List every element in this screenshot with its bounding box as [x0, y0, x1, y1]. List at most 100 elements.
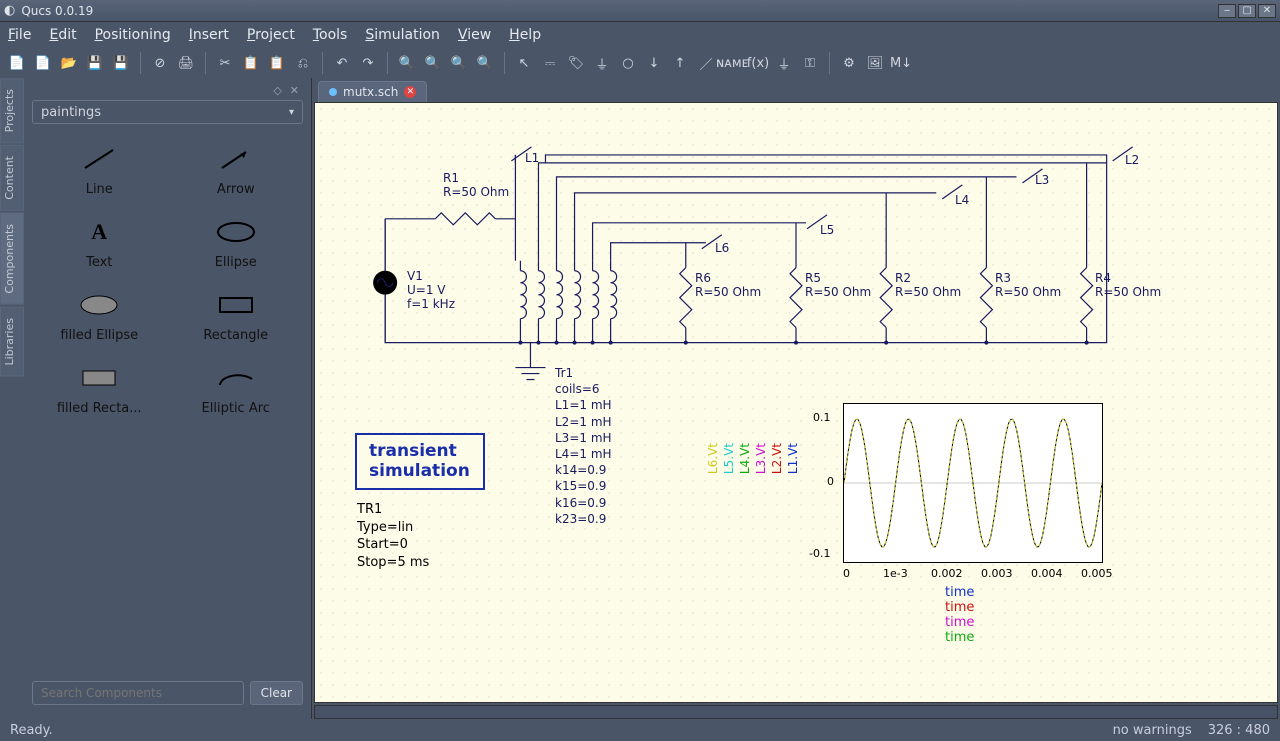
arrowdn-button[interactable]: ↓: [643, 52, 665, 74]
clear-button[interactable]: Clear: [250, 681, 303, 705]
open-button[interactable]: 📂: [58, 52, 80, 74]
transient-sim-box[interactable]: transientsimulation: [355, 433, 485, 490]
load-r2: R2 R=50 Ohm: [895, 271, 961, 299]
menu-edit[interactable]: Edit: [49, 27, 76, 43]
dock-tab-components[interactable]: Components: [0, 213, 24, 305]
horizontal-scrollbar[interactable]: [314, 705, 1278, 719]
undo-button[interactable]: ⎌: [292, 52, 314, 74]
menu-view[interactable]: View: [458, 27, 491, 43]
cut-button[interactable]: ✂: [214, 52, 236, 74]
plot-area[interactable]: [843, 403, 1103, 563]
m1-button[interactable]: M↓: [890, 52, 912, 74]
gear-button[interactable]: ⚙: [838, 52, 860, 74]
rect-icon: [211, 288, 261, 322]
back-button[interactable]: ↶: [331, 52, 353, 74]
transient-params: TR1 Type=lin Start=0 Stop=5 ms: [357, 501, 429, 571]
dock-tab-projects[interactable]: Projects: [0, 78, 24, 143]
minimize-button[interactable]: ‒: [1218, 4, 1236, 18]
legend-L1.Vt: L1.Vt: [786, 443, 800, 474]
paste-button[interactable]: 📋: [266, 52, 288, 74]
palette-fellipse[interactable]: filled Ellipse: [36, 288, 163, 343]
save-button[interactable]: 💾: [84, 52, 106, 74]
legend-L3.Vt: L3.Vt: [754, 443, 768, 474]
category-combo-label: paintings: [41, 105, 101, 120]
palette-line[interactable]: Line: [36, 142, 163, 197]
menu-file[interactable]: File: [8, 27, 31, 43]
probe-l2: L2: [1125, 153, 1139, 167]
plot-xlabel: time: [945, 615, 974, 630]
status-text: Ready.: [10, 723, 53, 738]
palette-earc[interactable]: Elliptic Arc: [173, 361, 300, 416]
delete-button[interactable]: ⊘: [149, 52, 171, 74]
dock-tab-libraries[interactable]: Libraries: [0, 307, 24, 377]
key-button[interactable]: ⚿: [799, 52, 821, 74]
zoomfit-button[interactable]: 🔍: [448, 52, 470, 74]
name-button[interactable]: ɴᴀᴍᴇ: [721, 52, 743, 74]
gnd2-button[interactable]: ⏚: [773, 52, 795, 74]
dock-detach-icon[interactable]: ◇: [273, 84, 281, 100]
print-button[interactable]: 🖨: [175, 52, 197, 74]
probe-l5: L5: [820, 223, 834, 237]
doc-close-icon[interactable]: ✕: [404, 86, 416, 98]
xtick: 0.002: [931, 567, 963, 580]
ytick: -0.1: [809, 547, 830, 560]
zoomsel-button[interactable]: 🔍: [474, 52, 496, 74]
load-r6: R6 R=50 Ohm: [695, 271, 761, 299]
xtick: 1e-3: [883, 567, 908, 580]
status-coords: 326 : 480: [1208, 723, 1270, 738]
pointer-button[interactable]: ↖: [513, 52, 535, 74]
arrow-icon: [211, 142, 261, 176]
toolbar: 📄📄📂💾💾⊘🖨✂📋📋⎌↶↷🔍🔍🔍🔍↖⎓🏷⏚○↓↑／ɴᴀᴍᴇf(x)⏚⚿⚙🖼M↓: [0, 48, 1280, 78]
xtick: 0.003: [981, 567, 1013, 580]
probe-l4: L4: [955, 193, 969, 207]
palette-ellipse[interactable]: Ellipse: [173, 215, 300, 270]
doc-status-icon: [329, 88, 337, 96]
palette-arrow[interactable]: Arrow: [173, 142, 300, 197]
forward-button[interactable]: ↷: [357, 52, 379, 74]
palette-text[interactable]: AText: [36, 215, 163, 270]
doc-tab-label: mutx.sch: [343, 85, 398, 99]
chevron-down-icon: ▾: [289, 107, 294, 118]
menu-simulation[interactable]: Simulation: [365, 27, 440, 43]
canvas[interactable]: R1 R=50 Ohm V1 U=1 V f=1 kHz L1 L2 L3 L4…: [314, 102, 1278, 703]
xtick: 0: [843, 567, 850, 580]
port-button[interactable]: ○: [617, 52, 639, 74]
statusbar: Ready. no warnings 326 : 480: [0, 719, 1280, 741]
close-button[interactable]: ✕: [1258, 4, 1276, 18]
label-button[interactable]: 🏷: [565, 52, 587, 74]
wire-button[interactable]: ⎓: [539, 52, 561, 74]
plot-xlabel: time: [945, 630, 974, 645]
palette-frect[interactable]: filled Recta...: [36, 361, 163, 416]
dock-tab-content[interactable]: Content: [0, 145, 24, 211]
load-r5: R5 R=50 Ohm: [805, 271, 871, 299]
plot-legend: L6.VtL5.VtL4.VtL3.VtL2.VtL1.Vt: [705, 443, 801, 477]
category-combo[interactable]: paintings ▾: [32, 100, 303, 124]
menu-insert[interactable]: Insert: [189, 27, 229, 43]
maximize-button[interactable]: ▢: [1238, 4, 1256, 18]
new-button[interactable]: 📄: [6, 52, 28, 74]
menu-project[interactable]: Project: [247, 27, 295, 43]
document-tab[interactable]: mutx.sch ✕: [318, 81, 427, 102]
menubar: File Edit Positioning Insert Project Tools Sim…: [0, 22, 1280, 48]
zoomout-button[interactable]: 🔍: [396, 52, 418, 74]
new2-button[interactable]: 📄: [32, 52, 54, 74]
copy-button[interactable]: 📋: [240, 52, 262, 74]
menu-tools[interactable]: Tools: [313, 27, 348, 43]
search-input[interactable]: [32, 681, 244, 705]
legend-L2.Vt: L2.Vt: [770, 443, 784, 474]
dock-close-icon[interactable]: ✕: [290, 84, 299, 100]
eqn-button[interactable]: f(x): [747, 52, 769, 74]
arrowup-button[interactable]: ↑: [669, 52, 691, 74]
line-button[interactable]: ／: [695, 52, 717, 74]
fellipse-icon: [74, 288, 124, 322]
saveall-button[interactable]: 💾: [110, 52, 132, 74]
plot-svg: [844, 404, 1102, 562]
menu-help[interactable]: Help: [509, 27, 541, 43]
plot-xlabel: time: [945, 600, 974, 615]
img-button[interactable]: 🖼: [864, 52, 886, 74]
palette-rect[interactable]: Rectangle: [173, 288, 300, 343]
zoomin-button[interactable]: 🔍: [422, 52, 444, 74]
ground-button[interactable]: ⏚: [591, 52, 613, 74]
ellipse-icon: [211, 215, 261, 249]
menu-positioning[interactable]: Positioning: [95, 27, 171, 43]
